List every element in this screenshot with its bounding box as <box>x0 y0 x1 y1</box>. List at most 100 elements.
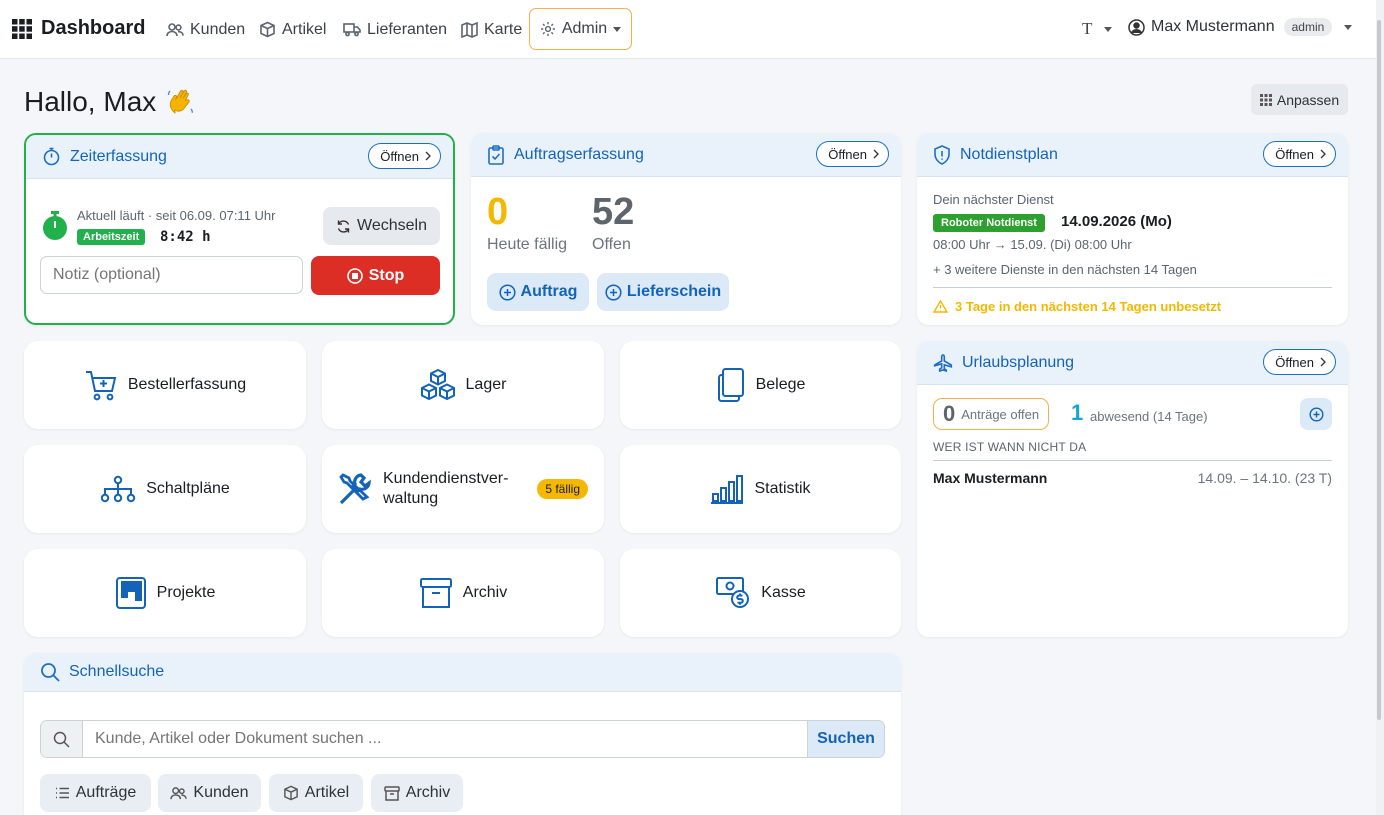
airplane-icon <box>933 353 953 372</box>
divider <box>933 287 1332 288</box>
tile-label: Belege <box>755 376 806 393</box>
filter-artikel-button[interactable]: Artikel <box>269 774 363 812</box>
auftragserfassung-card: Auftragserfassung Öffnen 0 Heute fällig … <box>471 133 901 325</box>
kanban-icon <box>115 577 146 609</box>
tile-bestellerfassung[interactable]: Bestellerfassung <box>24 341 306 429</box>
open-button[interactable]: Öffnen <box>816 141 889 167</box>
new-order-button[interactable]: Auftrag <box>487 273 589 311</box>
map-icon <box>461 21 478 38</box>
absence-person: Max Mustermann <box>933 470 1048 486</box>
plus-circle-icon <box>605 283 622 301</box>
open-count: 52 <box>592 191 635 233</box>
tile-statistik[interactable]: Statistik <box>620 445 901 533</box>
filter-kunden-button[interactable]: Kunden <box>158 774 261 812</box>
absent-label: abwesend (14 Tage) <box>1090 409 1208 424</box>
duty-date: 14.09.2026 (Mo) <box>1061 213 1172 230</box>
text-tool-dropdown[interactable]: T <box>1082 19 1113 39</box>
card-header: Urlaubsplanung Öffnen <box>917 341 1348 385</box>
search-addon <box>41 721 83 757</box>
tile-projekte[interactable]: Projekte <box>24 549 306 637</box>
text-tool-label: T <box>1082 19 1093 38</box>
refresh-icon <box>337 219 350 233</box>
open-label: Öffnen <box>1275 146 1314 162</box>
open-orders-label: Offen <box>592 236 631 253</box>
user-menu[interactable]: Max Mustermann admin <box>1128 18 1353 36</box>
card-title: Notdienstplan <box>960 145 1058 163</box>
tile-label: Schaltpläne <box>146 480 230 497</box>
tile-label: Kasse <box>761 584 806 601</box>
add-absence-button[interactable] <box>1300 398 1332 430</box>
nav-link-label: Lieferanten <box>367 20 448 38</box>
tile-schaltplaene[interactable]: Schaltpläne <box>24 445 306 533</box>
new-delivery-note-button[interactable]: Lieferschein <box>597 273 729 311</box>
unstaffed-warning: 3 Tage in den nächsten 14 Tagen unbesetz… <box>933 299 1221 314</box>
nav-link-karte[interactable]: Karte <box>461 0 522 59</box>
search-submit-button[interactable]: Suchen <box>807 721 884 757</box>
tile-label: Projekte <box>156 584 216 601</box>
chevron-down-icon <box>1104 26 1113 32</box>
filter-auftraege-button[interactable]: Aufträge <box>40 774 151 812</box>
tile-label: Archiv <box>462 584 508 601</box>
cash-register-icon <box>716 577 750 608</box>
vertical-scrollbar[interactable] <box>1376 0 1384 815</box>
tile-belege[interactable]: Belege <box>620 341 901 429</box>
warning-triangle-icon <box>933 300 948 313</box>
switch-label: Wechseln <box>357 217 427 234</box>
divider <box>933 460 1332 461</box>
nav-link-kunden[interactable]: Kunden <box>166 0 245 59</box>
customize-button[interactable]: Anpassen <box>1251 84 1348 115</box>
nav-link-artikel[interactable]: Artikel <box>259 0 326 59</box>
filter-archiv-button[interactable]: Archiv <box>371 774 463 812</box>
tile-label-line2: waltung <box>383 490 439 507</box>
absence-range: 14.09. – 14.10. (23 T) <box>1197 470 1332 486</box>
tile-label: Statistik <box>754 480 811 497</box>
customize-label: Anpassen <box>1276 91 1340 108</box>
open-button[interactable]: Öffnen <box>1263 141 1336 167</box>
zeiterfassung-card: Zeiterfassung Öffnen Aktuell läuft · sei… <box>24 133 455 325</box>
search-input[interactable] <box>83 721 807 757</box>
grid-icon <box>12 18 32 39</box>
tile-label: Lager <box>465 376 507 393</box>
filter-label: Artikel <box>304 784 350 801</box>
open-requests-count: 0 <box>943 401 956 426</box>
chevron-right-icon <box>873 149 879 159</box>
bar-chart-icon <box>711 475 744 504</box>
open-label: Öffnen <box>828 146 867 162</box>
truck-icon <box>343 23 361 37</box>
running-stopwatch-icon <box>43 211 67 240</box>
plus-circle-icon <box>498 283 516 301</box>
due-badge: 5 fällig <box>537 479 588 499</box>
plus-circle-icon <box>1308 406 1324 422</box>
greeting-text: Hallo, Max <box>24 86 157 117</box>
filter-label: Archiv <box>405 784 451 801</box>
shield-alert-icon <box>934 144 950 165</box>
admin-dropdown[interactable]: Admin <box>529 8 632 50</box>
scrollbar-thumb[interactable] <box>1377 20 1381 720</box>
open-requests-chip[interactable]: 0 Anträge offen <box>933 398 1050 430</box>
stop-label: Stop <box>368 266 405 284</box>
duty-type-badge: Roboter Notdienst <box>933 214 1045 232</box>
tile-archiv[interactable]: Archiv <box>322 549 604 637</box>
tile-kundendienstverwaltung[interactable]: Kundendienstver- waltung 5 fällig <box>322 445 604 533</box>
open-button[interactable]: Öffnen <box>1263 349 1336 375</box>
stop-button[interactable]: Stop <box>311 256 440 295</box>
user-name: Max Mustermann <box>1151 18 1275 35</box>
brand-title: Dashboard <box>41 17 146 39</box>
due-today-label: Heute fällig <box>487 236 568 253</box>
switch-button[interactable]: Wechseln <box>323 207 440 245</box>
worktime-badge: Arbeitszeit <box>77 229 146 245</box>
tile-kasse[interactable]: Kasse <box>620 549 901 637</box>
open-button[interactable]: Öffnen <box>368 143 441 169</box>
absent-count: 1 <box>1071 400 1084 425</box>
note-input[interactable] <box>40 256 303 294</box>
users-icon <box>166 22 184 36</box>
tile-lager[interactable]: Lager <box>322 341 604 429</box>
nav-link-lieferanten[interactable]: Lieferanten <box>343 0 447 59</box>
absences-section-title: WER IST WANN NICHT DA <box>933 440 1087 454</box>
card-title: Urlaubsplanung <box>962 353 1075 371</box>
brand[interactable]: Dashboard <box>12 17 145 40</box>
absence-row[interactable]: Max Mustermann 14.09. – 14.10. (23 T) <box>933 470 1332 486</box>
list-icon <box>55 787 69 799</box>
nav-link-label: Kunden <box>190 20 246 38</box>
tile-label: Bestellerfassung <box>127 376 247 393</box>
